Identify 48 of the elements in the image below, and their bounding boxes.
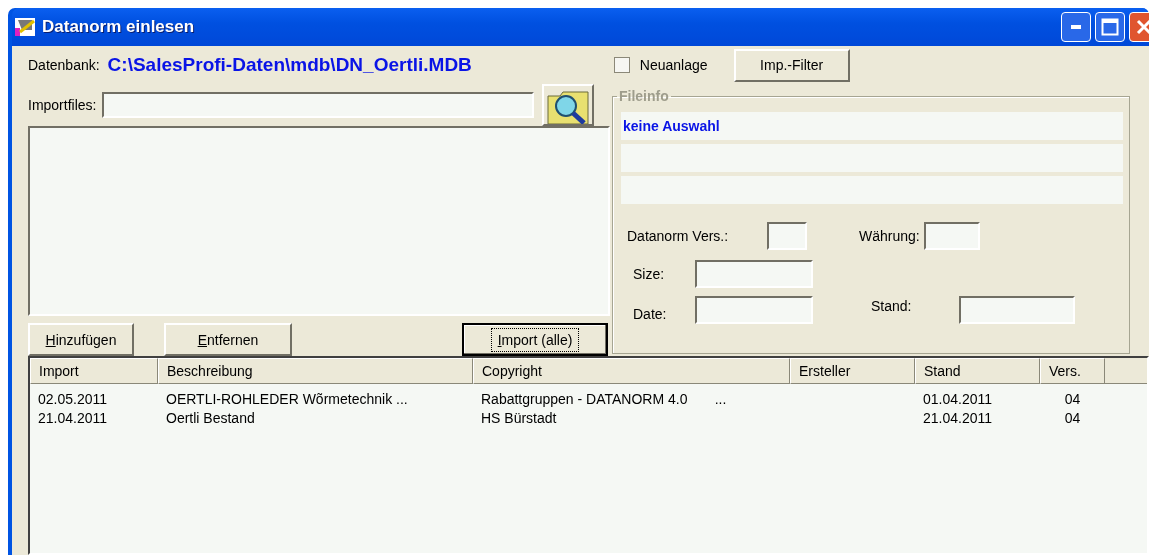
column-header[interactable]: Copyright xyxy=(473,358,790,384)
table-cell: 01.04.2011 xyxy=(923,391,993,407)
table-cell: 04 xyxy=(1064,391,1081,407)
database-path: C:\SalesProfi-Daten\mdb\DN_Oertli.MDB xyxy=(107,54,472,76)
column-header[interactable]: Stand xyxy=(915,358,1040,384)
app-icon xyxy=(14,16,36,38)
maximize-button[interactable] xyxy=(1095,12,1125,42)
table-cell: Oertli Bestand xyxy=(166,410,255,426)
header-filler xyxy=(1105,358,1147,384)
group-title: Fileinfo xyxy=(618,88,670,104)
field-label: Stand: xyxy=(871,298,913,314)
window-title: Datanorm einlesen xyxy=(42,17,195,37)
selection-text: keine Auswahl xyxy=(623,118,720,134)
table-cell: Rabattgruppen - DATANORM 4.0 ... xyxy=(481,391,727,407)
table-cell: HS Bürstadt xyxy=(481,410,557,426)
maximize-icon xyxy=(1101,18,1119,36)
field-label: Size: xyxy=(632,266,666,282)
database-label: Datenbank: xyxy=(28,57,100,73)
column-header[interactable]: Beschreibung xyxy=(158,358,473,384)
table-cell: 04 xyxy=(1064,410,1081,426)
input-field[interactable] xyxy=(924,222,980,250)
action-button[interactable]: Import (alle) xyxy=(462,323,608,356)
input-field[interactable] xyxy=(695,260,813,288)
checkbox[interactable] xyxy=(613,57,630,73)
column-header[interactable]: Vers. xyxy=(1040,358,1105,384)
input-field[interactable] xyxy=(695,296,813,324)
search-icon xyxy=(546,88,591,124)
table-cell: 21.04.2011 xyxy=(923,410,993,426)
action-button[interactable]: Entfernen xyxy=(164,323,292,356)
column-header[interactable]: Import xyxy=(30,358,158,384)
table-cell: 02.05.2011 xyxy=(38,391,108,407)
filter-button[interactable]: Imp.-Filter xyxy=(733,48,850,82)
field-label: Datanorm Vers.: xyxy=(626,228,730,244)
field-label: Date: xyxy=(632,306,668,322)
minimize-icon xyxy=(1071,25,1081,29)
close-icon xyxy=(1136,19,1149,35)
input-field[interactable] xyxy=(767,222,807,250)
action-button[interactable]: Hinzufügen xyxy=(28,323,134,356)
table-cell: 21.04.2011 xyxy=(38,410,108,426)
field-label: Importfiles: xyxy=(28,97,97,113)
column-header[interactable]: Ersteller xyxy=(790,358,915,384)
input-field[interactable] xyxy=(102,92,535,118)
input-field[interactable] xyxy=(959,296,1075,324)
search-button[interactable] xyxy=(542,84,595,126)
minimize-button[interactable] xyxy=(1061,12,1091,42)
table-cell: OERTLI-ROHLEDER Wõrmetechnik ... xyxy=(166,391,408,407)
field-label: Währung: xyxy=(859,228,921,244)
checkbox-label: Neuanlage xyxy=(639,57,708,73)
